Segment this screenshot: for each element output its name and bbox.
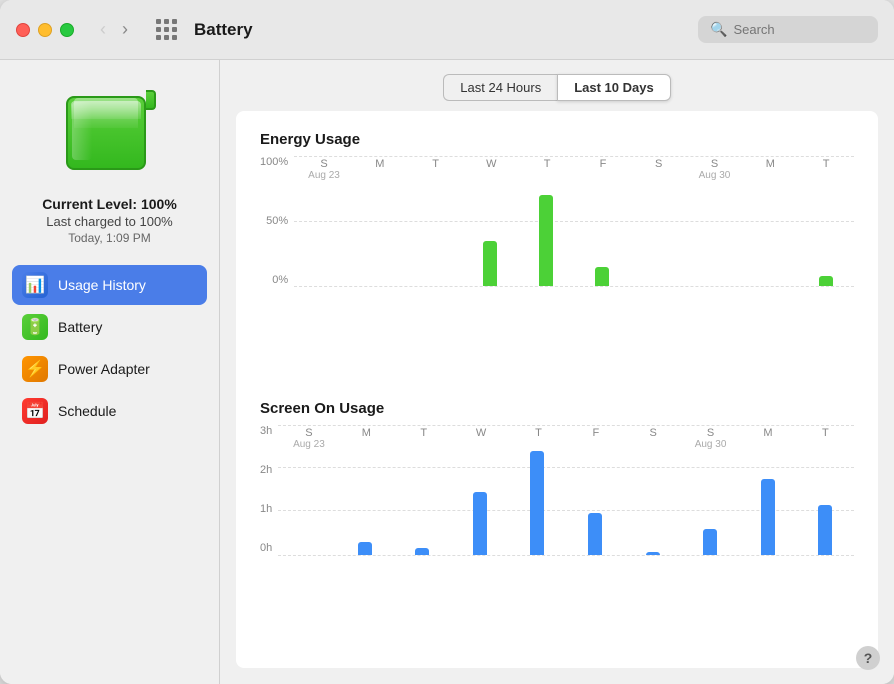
window-title: Battery xyxy=(194,20,686,40)
sidebar: Current Level: 100% Last charged to 100%… xyxy=(0,60,220,684)
screen-bar xyxy=(818,505,832,554)
screen-day-group xyxy=(796,425,854,555)
titlebar: ‹ › Battery 🔍 xyxy=(0,0,894,60)
search-input[interactable] xyxy=(733,22,866,37)
sidebar-item-label-usage: Usage History xyxy=(58,277,146,293)
traffic-lights xyxy=(16,23,74,37)
sidebar-item-schedule[interactable]: 📅 Schedule xyxy=(12,391,207,431)
battery-nav-icon: 🔋 xyxy=(22,314,48,340)
energy-day-group xyxy=(686,156,742,286)
energy-y-0: 0% xyxy=(272,274,288,286)
screen-y-1h: 1h xyxy=(260,503,272,515)
screen-day-group xyxy=(681,425,739,555)
close-button[interactable] xyxy=(16,23,30,37)
sidebar-item-label-schedule: Schedule xyxy=(58,403,116,419)
screen-day-group xyxy=(451,425,509,555)
charts-container: Energy Usage 100% 50% 0% xyxy=(236,111,878,668)
screen-day-group xyxy=(336,425,394,555)
tab-24h[interactable]: Last 24 Hours xyxy=(443,74,557,101)
power-adapter-icon: ⚡ xyxy=(22,356,48,382)
grid-icon xyxy=(156,19,177,40)
search-box[interactable]: 🔍 xyxy=(698,16,878,43)
battery-body xyxy=(66,96,146,170)
battery-status: Current Level: 100% Last charged to 100%… xyxy=(42,196,177,245)
screen-chart-section: Screen On Usage 3h 2h 1h 0h xyxy=(260,400,854,649)
back-button[interactable]: ‹ xyxy=(94,15,112,44)
maximize-button[interactable] xyxy=(60,23,74,37)
energy-day-group xyxy=(518,156,574,286)
screen-bar xyxy=(646,552,660,555)
energy-y-50: 50% xyxy=(266,215,288,227)
screen-bar xyxy=(530,451,544,555)
nav-arrows: ‹ › xyxy=(94,15,134,44)
battery-cap xyxy=(146,90,156,110)
usage-history-icon: 📊 xyxy=(22,272,48,298)
energy-bar xyxy=(819,276,833,286)
sidebar-nav: 📊 Usage History 🔋 Battery ⚡ Power Adapte… xyxy=(12,265,207,433)
screen-bars xyxy=(278,425,854,555)
app-grid-button[interactable] xyxy=(150,14,182,46)
search-icon: 🔍 xyxy=(710,21,727,38)
screen-day-group xyxy=(278,425,336,555)
screen-day-group xyxy=(739,425,797,555)
battery-icon-wrapper xyxy=(60,80,160,180)
energy-day-group xyxy=(350,156,406,286)
sidebar-item-battery[interactable]: 🔋 Battery xyxy=(12,307,207,347)
energy-day-group xyxy=(798,156,854,286)
energy-bars xyxy=(294,156,854,286)
energy-day-group xyxy=(742,156,798,286)
battery-charged: Last charged to 100% xyxy=(42,214,177,229)
screen-bar xyxy=(761,479,775,554)
energy-chart-section: Energy Usage 100% 50% 0% xyxy=(260,131,854,380)
energy-y-100: 100% xyxy=(260,156,288,168)
sidebar-item-label-battery: Battery xyxy=(58,319,102,335)
energy-day-group xyxy=(406,156,462,286)
screen-y-labels: 3h 2h 1h 0h xyxy=(260,425,278,555)
battery-highlight xyxy=(72,102,92,160)
screen-bar xyxy=(703,529,717,555)
energy-day-group xyxy=(294,156,350,286)
screen-day-group xyxy=(509,425,567,555)
energy-chart-area: 100% 50% 0% SA xyxy=(260,156,854,316)
energy-day-group xyxy=(574,156,630,286)
energy-bar xyxy=(595,267,609,287)
sidebar-item-label-power: Power Adapter xyxy=(58,361,150,377)
energy-day-group xyxy=(462,156,518,286)
energy-bar xyxy=(539,195,553,286)
screen-day-group xyxy=(566,425,624,555)
energy-chart-title: Energy Usage xyxy=(260,131,854,148)
right-panel: Last 24 Hours Last 10 Days Energy Usage … xyxy=(220,60,894,684)
screen-bar xyxy=(588,513,602,555)
forward-button[interactable]: › xyxy=(116,15,134,44)
energy-y-labels: 100% 50% 0% xyxy=(260,156,294,286)
screen-y-3h: 3h xyxy=(260,425,272,437)
screen-bar xyxy=(358,542,372,555)
screen-chart-inner: SAug 23MTWTFSSAug 30MT xyxy=(278,425,854,585)
schedule-icon: 📅 xyxy=(22,398,48,424)
battery-level: Current Level: 100% xyxy=(42,196,177,212)
screen-bar xyxy=(415,548,429,555)
battery-time: Today, 1:09 PM xyxy=(42,231,177,245)
tabs-bar: Last 24 Hours Last 10 Days xyxy=(220,60,894,111)
screen-chart-title: Screen On Usage xyxy=(260,400,854,417)
sidebar-item-power-adapter[interactable]: ⚡ Power Adapter xyxy=(12,349,207,389)
screen-day-group xyxy=(624,425,682,555)
screen-day-group xyxy=(393,425,451,555)
sidebar-item-usage-history[interactable]: 📊 Usage History xyxy=(12,265,207,305)
energy-bar xyxy=(483,241,497,287)
energy-day-group xyxy=(630,156,686,286)
battery-graphic xyxy=(66,90,154,170)
help-button[interactable]: ? xyxy=(856,646,880,670)
energy-chart-inner: SAug 23MTWTFSSAug 30MT xyxy=(294,156,854,316)
screen-y-2h: 2h xyxy=(260,464,272,476)
main-content: Current Level: 100% Last charged to 100%… xyxy=(0,60,894,684)
battery-preferences-window: ‹ › Battery 🔍 xyxy=(0,0,894,684)
screen-bar xyxy=(473,492,487,554)
screen-y-0h: 0h xyxy=(260,542,272,554)
tab-10d[interactable]: Last 10 Days xyxy=(557,74,671,101)
screen-chart-area: 3h 2h 1h 0h xyxy=(260,425,854,585)
minimize-button[interactable] xyxy=(38,23,52,37)
